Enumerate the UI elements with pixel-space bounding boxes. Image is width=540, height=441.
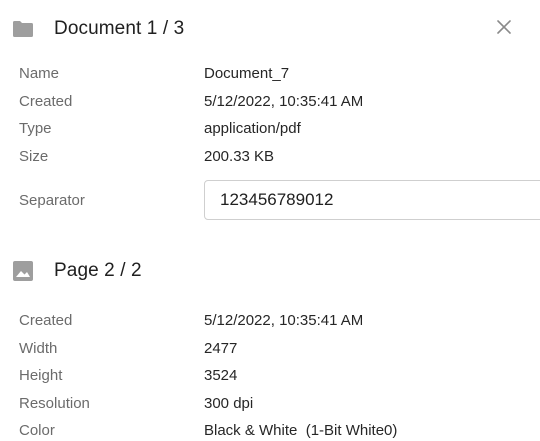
field-value: 5/12/2022, 10:35:41 AM [204,92,364,110]
field-row-resolution: Resolution 300 dpi [19,392,540,414]
field-label: Created [19,92,73,110]
document-header: Document 1 / 3 [12,18,184,40]
close-button[interactable] [492,17,516,41]
field-value: 200.33 KB [204,147,275,165]
field-label: Color [19,421,55,439]
field-row-width: Width 2477 [19,337,540,359]
separator-label: Separator [19,191,85,209]
field-label: Type [19,119,52,137]
page-header: Page 2 / 2 [12,260,142,282]
field-row-color: Color Black & White (1-Bit White0) [19,419,540,441]
field-label: Resolution [19,394,90,412]
field-row-name: Name Document_7 [19,62,540,84]
image-icon [12,260,34,282]
field-label: Width [19,339,58,357]
field-row-height: Height 3524 [19,364,540,386]
field-row-type: Type application/pdf [19,117,540,139]
folder-icon [12,18,34,40]
document-title: Document 1 / 3 [54,18,185,39]
field-value: 300 dpi [204,394,254,412]
field-label: Name [19,64,60,82]
page-title: Page 2 / 2 [54,260,142,281]
field-value: 2477 [204,339,238,357]
field-row-page-created: Created 5/12/2022, 10:35:41 AM [19,309,540,331]
field-value: 3524 [204,366,238,384]
field-label: Height [19,366,63,384]
separator-input[interactable] [204,180,540,220]
field-value: Black & White (1-Bit White0) [204,421,398,439]
field-value: application/pdf [204,119,301,137]
field-row-created: Created 5/12/2022, 10:35:41 AM [19,90,540,112]
field-value: 5/12/2022, 10:35:41 AM [204,311,364,329]
document-info-panel: Document 1 / 3 Name Document_7 Created 5… [0,0,540,441]
field-label: Created [19,311,73,329]
field-label: Size [19,147,49,165]
close-icon [496,19,512,40]
field-row-size: Size 200.33 KB [19,145,540,167]
field-value: Document_7 [204,64,290,82]
